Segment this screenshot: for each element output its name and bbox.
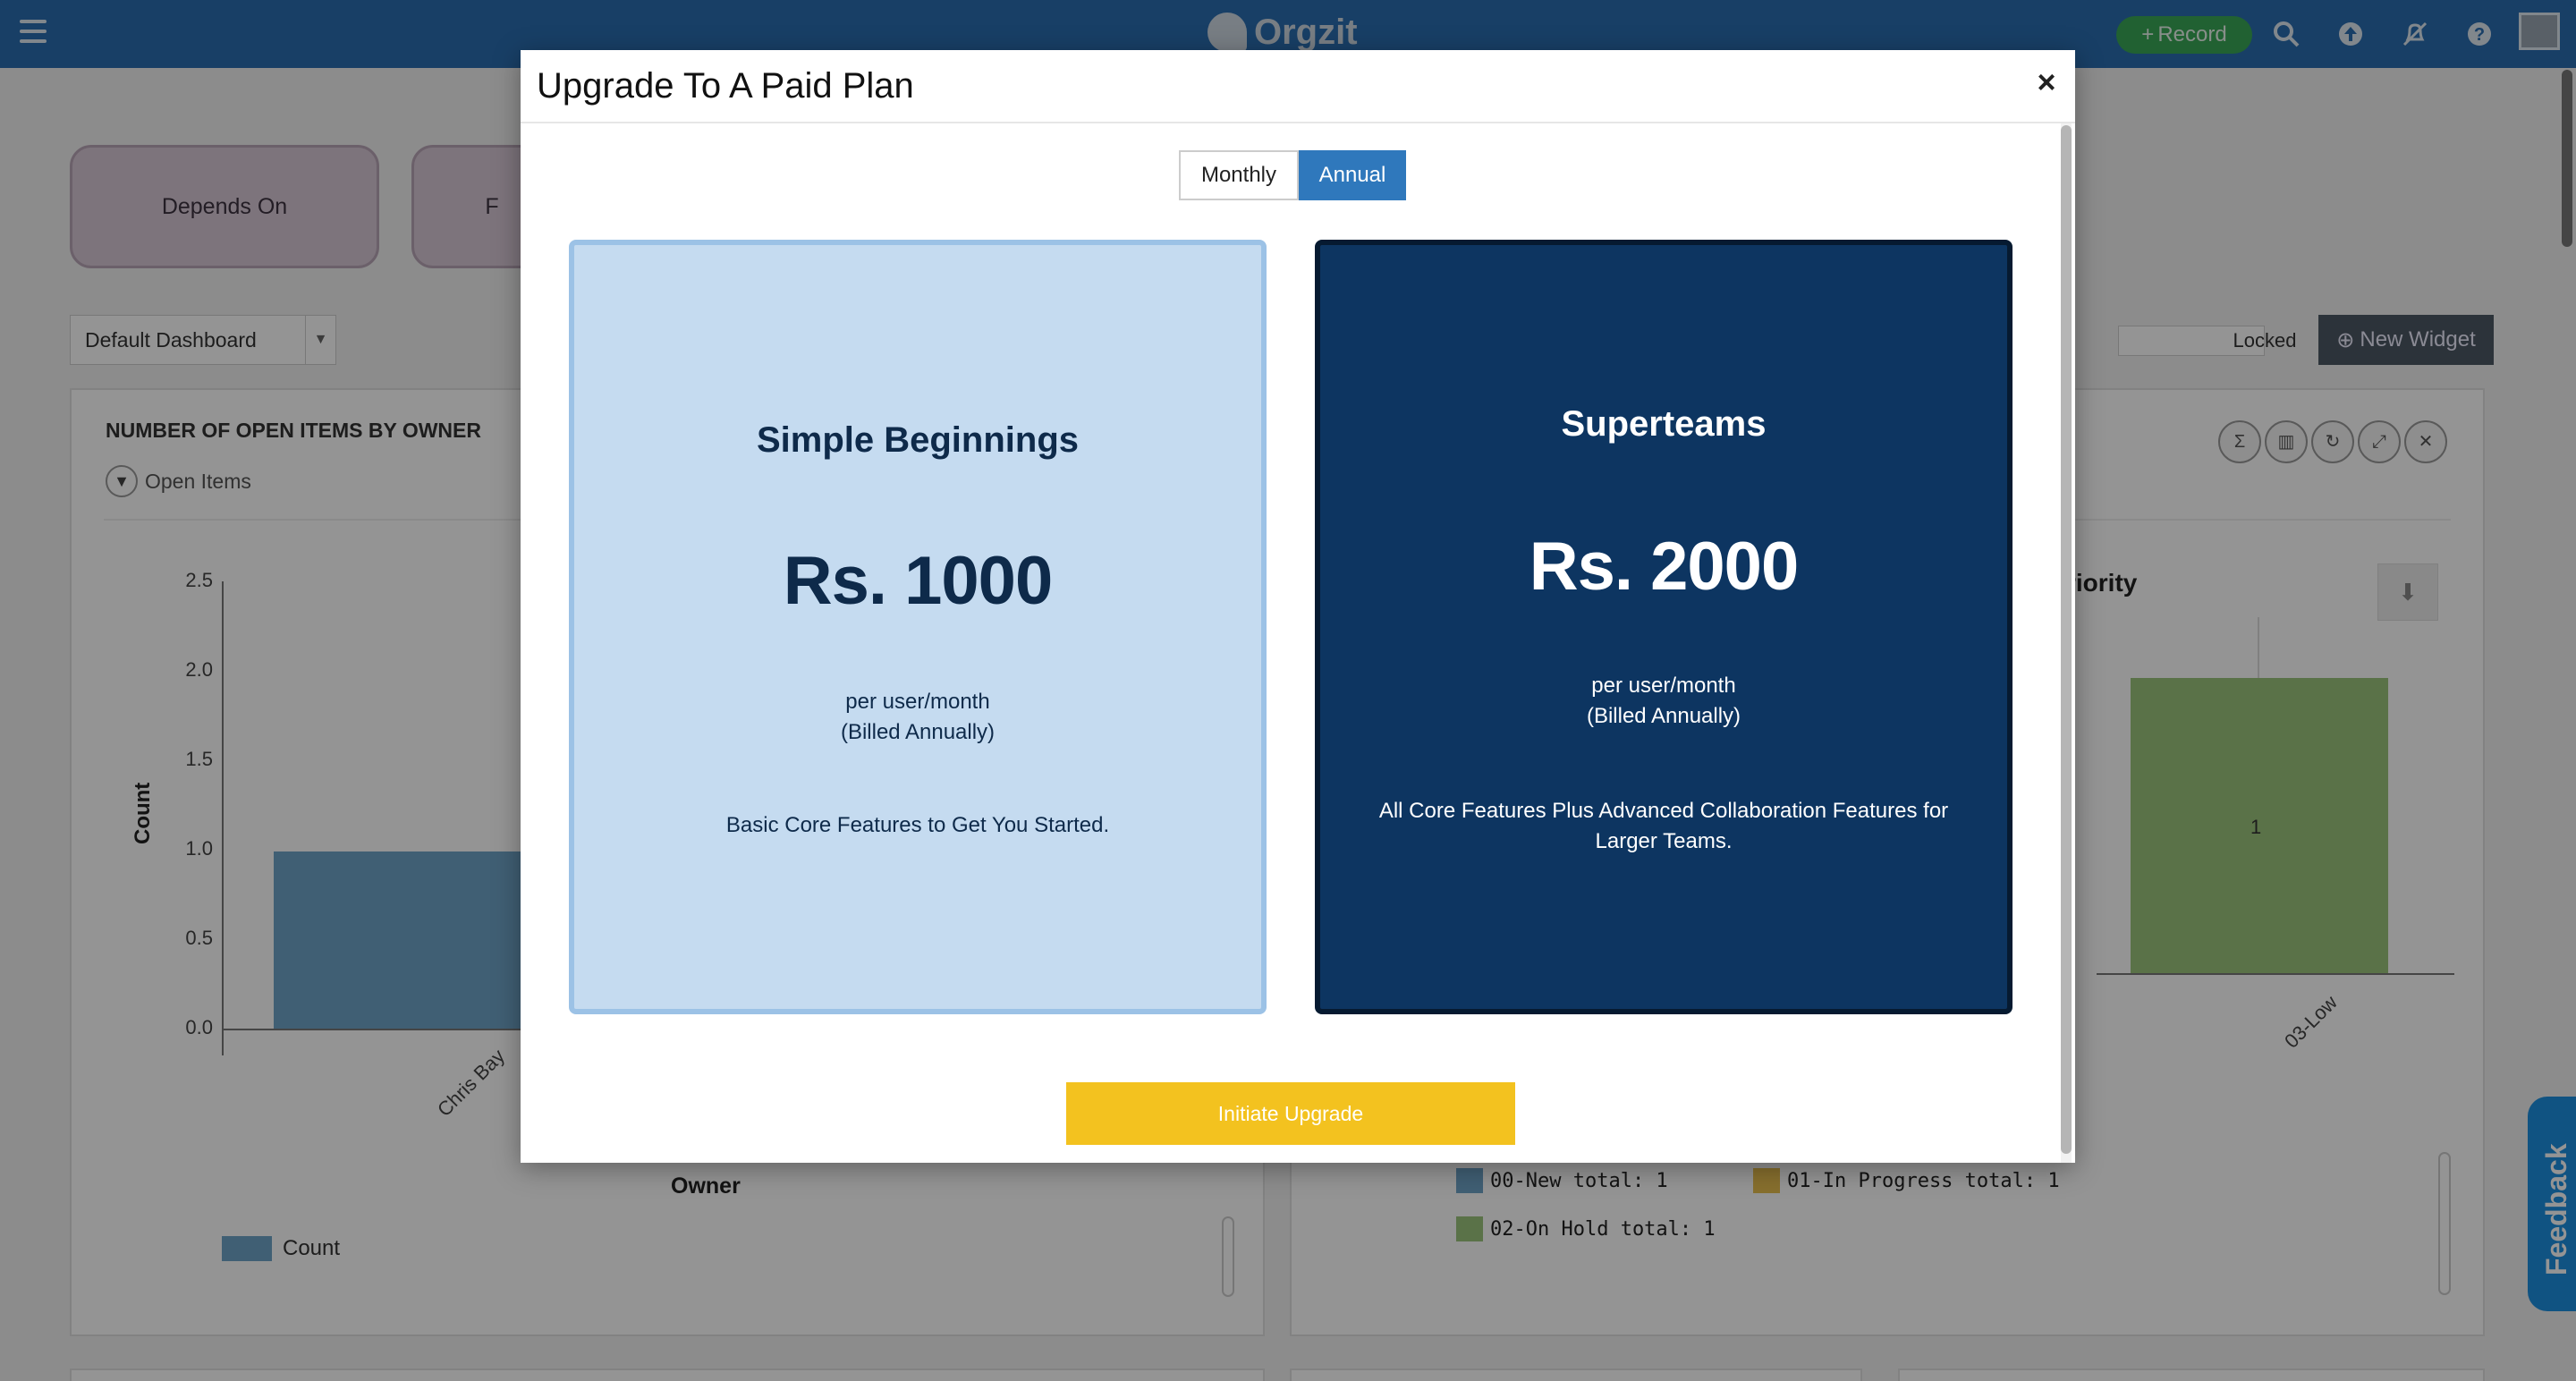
plan-billing-note: (Billed Annually) (840, 720, 996, 744)
plan-description: All Core Features Plus Advanced Collabor… (1378, 799, 1949, 853)
initiate-upgrade-button[interactable]: Initiate Upgrade (1066, 1082, 1515, 1145)
plan-price: Rs. 1000 (783, 543, 1053, 619)
modal-title: Upgrade To A Paid Plan (537, 66, 914, 106)
plan-price: Rs. 2000 (1529, 529, 1799, 605)
close-icon[interactable]: × (2029, 63, 2064, 102)
billing-toggle: Monthly Annual (1179, 150, 1406, 200)
plan-billing-note: (Billed Annually) (1586, 704, 1741, 728)
upgrade-modal: Upgrade To A Paid Plan × Monthly Annual … (521, 50, 2075, 1163)
plan-description: Basic Core Features to Get You Started. (725, 813, 1110, 837)
plan-name: Simple Beginnings (756, 420, 1080, 460)
plan-unit: per user/month (845, 690, 990, 714)
billing-option-monthly[interactable]: Monthly (1179, 150, 1299, 200)
modal-scrollbar[interactable] (2061, 125, 2072, 1154)
modal-header: Upgrade To A Paid Plan × (521, 50, 2075, 123)
billing-option-annual[interactable]: Annual (1299, 150, 1406, 200)
plan-name: Superteams (1561, 404, 1767, 444)
plan-unit: per user/month (1591, 674, 1736, 698)
plan-card-superteams[interactable]: Superteams Rs. 2000 per user/month (Bill… (1315, 240, 2012, 1014)
plan-card-simple-beginnings[interactable]: Simple Beginnings Rs. 1000 per user/mont… (569, 240, 1267, 1014)
